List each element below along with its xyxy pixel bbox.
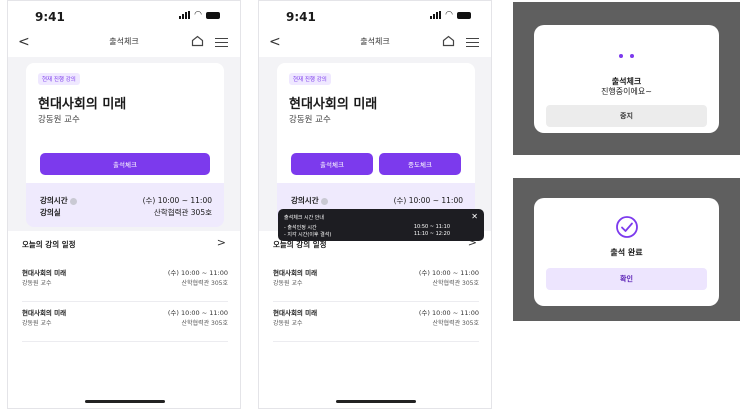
tooltip-row-label: - 출석인정 시간: [284, 225, 317, 231]
schedule-item-professor: 강동원 교수: [22, 320, 52, 327]
course-room-row: 강의실 산학협력관 305호: [40, 207, 212, 218]
phone-screen-attendance: 9:41 ◠ < 출석체크 현재 진행 강의 현대사회의 미래 강동원 교수 출…: [7, 0, 241, 409]
course-time-value: (수) 10:00 ~ 11:00: [393, 196, 463, 205]
midcheck-button[interactable]: 중도체크: [379, 153, 461, 175]
course-time-label: 강의시간: [40, 196, 68, 205]
schedule-item-room: 산학협력관 305호: [181, 280, 228, 287]
schedule-item-room: 산학협력관 305호: [432, 320, 479, 327]
schedule-item-name: 현대사회의 미래: [273, 269, 318, 277]
home-indicator: [85, 400, 165, 403]
page-title: 출석체크: [109, 37, 139, 46]
schedule-list-item[interactable]: 현대사회의 미래 강동원 교수 (수) 10:00 ~ 11:00 산학협력관 …: [22, 307, 228, 342]
check-circle-icon: [615, 216, 638, 238]
course-title: 현대사회의 미래: [38, 97, 127, 112]
tooltip-title: 출석체크 시간 안내: [284, 215, 324, 221]
course-time-value: (수) 10:00 ~ 11:00: [142, 196, 212, 205]
schedule-item-professor: 강동원 교수: [22, 280, 52, 287]
current-course-badge: 현재 진행 강의: [38, 73, 80, 85]
schedule-item-time: (수) 10:00 ~ 11:00: [167, 269, 228, 277]
modal-overlay-progress: 출석체크 진행중이에요~ 중지: [513, 2, 740, 155]
checkin-done-modal: 출석 완료 확인: [534, 198, 719, 306]
tooltip-row-label: - 지각 시간(이후 결석): [284, 232, 332, 238]
page-title: 출석체크: [360, 37, 390, 46]
schedule-item-time: (수) 10:00 ~ 11:00: [167, 309, 228, 317]
signal-icon: [179, 11, 191, 19]
schedule-list-item[interactable]: 현대사회의 미래 강동원 교수 (수) 10:00 ~ 11:00 산학협력관 …: [273, 307, 479, 342]
schedule-item-professor: 강동원 교수: [273, 280, 303, 287]
battery-icon: [457, 11, 471, 19]
schedule-item-room: 산학협력관 305호: [181, 320, 228, 327]
wifi-icon: ◠: [445, 10, 453, 20]
tooltip-row: - 출석인정 시간 10:50 ~ 11:10: [284, 224, 450, 231]
menu-icon[interactable]: [466, 35, 479, 50]
modal-overlay-done: 출석 완료 확인: [513, 178, 740, 321]
status-bar: 9:41 ◠: [259, 1, 491, 29]
schedule-item-professor: 강동원 교수: [273, 320, 303, 327]
app-header: < 출석체크: [259, 29, 491, 57]
checkin-time-tooltip: 출석체크 시간 안내 ✕ - 출석인정 시간 10:50 ~ 11:10 - 지…: [278, 209, 484, 241]
home-icon[interactable]: [442, 35, 455, 47]
status-bar: 9:41 ◠: [8, 1, 240, 29]
schedule-title: 오늘의 강의 일정: [22, 240, 76, 249]
app-header: < 출석체크: [8, 29, 240, 57]
battery-icon: [206, 11, 220, 19]
menu-icon[interactable]: [215, 35, 228, 50]
checkin-progress-modal: 출석체크 진행중이에요~ 중지: [534, 25, 719, 133]
status-icons: ◠: [430, 10, 471, 20]
course-info-panel: 강의시간 (수) 10:00 ~ 11:00 강의실 산학협력관 305호: [26, 183, 224, 227]
checkin-button[interactable]: 출석체크: [291, 153, 373, 175]
home-indicator: [336, 400, 416, 403]
status-time: 9:41: [286, 10, 316, 24]
course-room-label: 강의실: [40, 208, 61, 217]
phone-screen-attendance-tooltip: 9:41 ◠ < 출석체크 현재 진행 강의 현대사회의 미래 강동원 교수 출…: [258, 0, 492, 409]
schedule-item-name: 현대사회의 미래: [22, 269, 67, 277]
status-time: 9:41: [35, 10, 65, 24]
tooltip-row-value: 10:50 ~ 11:10: [413, 224, 450, 230]
confirm-button[interactable]: 확인: [546, 268, 707, 290]
progress-subtitle: 진행중이에요~: [601, 87, 652, 96]
signal-icon: [430, 11, 442, 19]
current-course-badge: 현재 진행 강의: [289, 73, 331, 85]
course-time-row: 강의시간 (수) 10:00 ~ 11:00: [40, 195, 212, 206]
wifi-icon: ◠: [194, 10, 202, 20]
progress-title: 출석체크: [611, 77, 642, 86]
course-time-row: 강의시간 (수) 10:00 ~ 11:00: [291, 195, 463, 206]
schedule-list-item[interactable]: 현대사회의 미래 강동원 교수 (수) 10:00 ~ 11:00 산학협력관 …: [273, 267, 479, 302]
course-professor: 강동원 교수: [289, 115, 331, 125]
course-professor: 강동원 교수: [38, 115, 80, 125]
info-icon[interactable]: [69, 197, 77, 205]
schedule-item-time: (수) 10:00 ~ 11:00: [418, 269, 479, 277]
checkin-button[interactable]: 출석체크: [40, 153, 210, 175]
course-title: 현대사회의 미래: [289, 97, 378, 112]
tooltip-row: - 지각 시간(이후 결석) 11:10 ~ 12:20: [284, 231, 450, 238]
close-icon[interactable]: ✕: [471, 212, 478, 221]
course-time-label: 강의시간: [291, 196, 319, 205]
schedule-item-room: 산학협력관 305호: [432, 280, 479, 287]
home-icon[interactable]: [191, 35, 204, 47]
schedule-item-name: 현대사회의 미래: [22, 309, 67, 317]
schedule-item-name: 현대사회의 미래: [273, 309, 318, 317]
course-room-value: 산학협력관 305호: [153, 208, 212, 217]
status-icons: ◠: [179, 10, 220, 20]
stop-button[interactable]: 중지: [546, 105, 707, 127]
info-icon[interactable]: [320, 197, 328, 205]
schedule-chevron-icon[interactable]: >: [217, 236, 226, 249]
tooltip-row-value: 11:10 ~ 12:20: [413, 231, 450, 237]
schedule-list-item[interactable]: 현대사회의 미래 강동원 교수 (수) 10:00 ~ 11:00 산학협력관 …: [22, 267, 228, 302]
schedule-item-time: (수) 10:00 ~ 11:00: [418, 309, 479, 317]
done-title: 출석 완료: [610, 248, 643, 257]
loading-dots-icon: [534, 54, 719, 58]
